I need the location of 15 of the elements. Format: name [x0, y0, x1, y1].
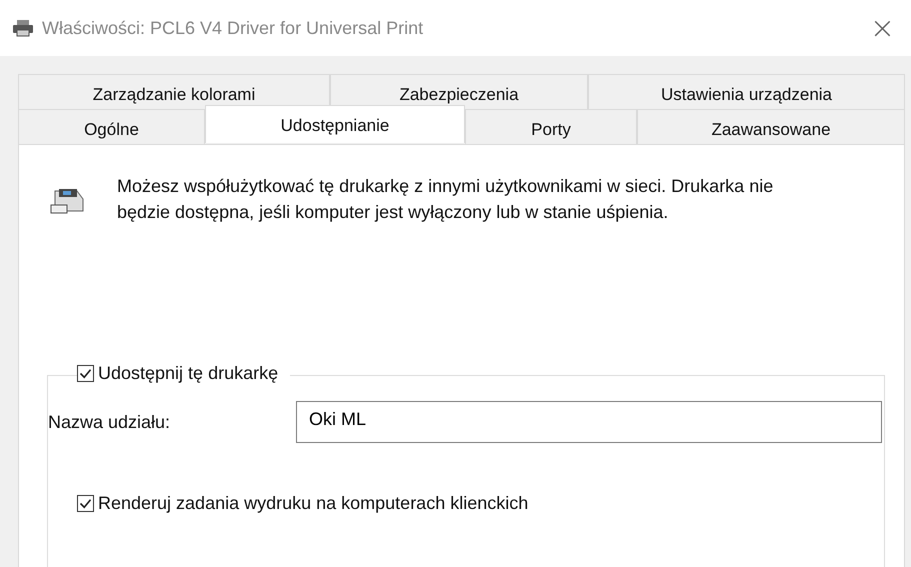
tab[interactable]: Porty: [465, 109, 637, 144]
tab[interactable]: Ustawienia urządzenia: [588, 74, 905, 109]
printer-icon: [12, 19, 34, 37]
share-name-label: Nazwa udziału:: [48, 412, 172, 432]
render-checkbox[interactable]: Renderuj zadania wydruku na komputerach klienckich: [77, 493, 528, 514]
tab[interactable]: Zabezpieczenia: [330, 74, 588, 109]
tab[interactable]: Zaawansowane: [637, 109, 905, 144]
share-name-field[interactable]: Oki ML: [296, 401, 882, 443]
close-button[interactable]: ×: [864, 10, 901, 46]
tab[interactable]: Zarządzanie kolorami: [18, 74, 330, 109]
window-title: Właściwości: PCL6 V4 Driver for Universal Print: [42, 18, 424, 38]
tab[interactable]: Udostępnianie: [205, 105, 465, 143]
share-checkbox[interactable]: Udostępnij tę drukarkę: [77, 363, 290, 384]
tab[interactable]: Ogólne: [18, 109, 205, 144]
description-text: Możesz współużytkować tę drukarkę z innymi użytkownikami w sieci. Drukarka nie będzie dostępna, jeśli komputer jest wyłączony lub w stanie uśpienia.: [117, 175, 774, 224]
